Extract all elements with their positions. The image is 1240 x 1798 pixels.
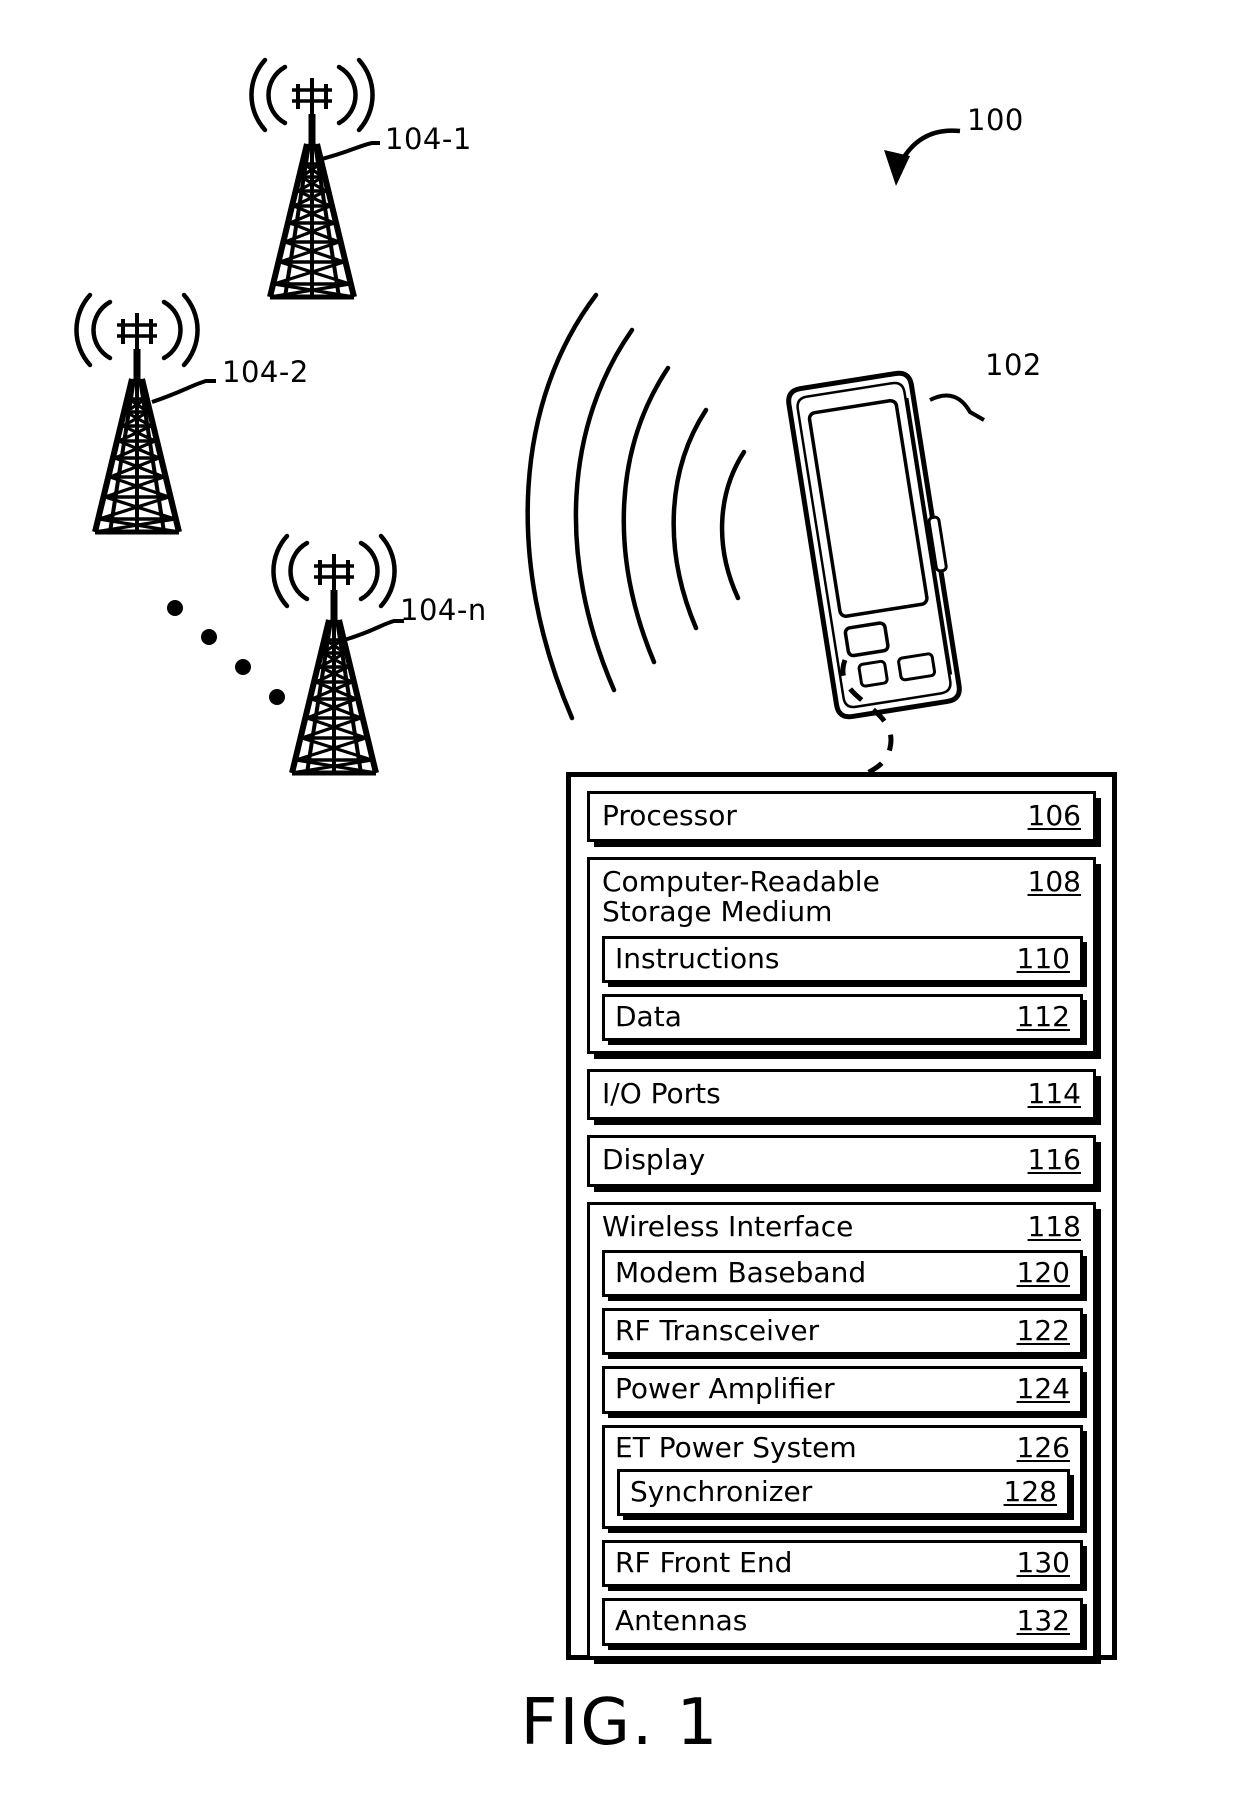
block-header: Processor 106 [590, 794, 1093, 839]
block-label: Processor [602, 799, 737, 832]
block-label: ET Power System [615, 1430, 857, 1464]
block-header: I/O Ports 114 [590, 1072, 1093, 1117]
block-modem-baseband: Modem Baseband 120 [602, 1249, 1083, 1298]
block-power-amplifier: Power Amplifier 124 [602, 1366, 1083, 1414]
block-io-ports: I/O Ports 114 [587, 1069, 1096, 1121]
block-header: RF Front End 130 [605, 1543, 1080, 1584]
block-children: Synchronizer 128 [605, 1468, 1080, 1526]
leader-line-100 [895, 128, 961, 169]
block-reference-number: 112 [1016, 999, 1070, 1033]
arrowhead-100 [884, 150, 910, 186]
radio-wave-arcs [525, 292, 747, 721]
block-header: RF Transceiver 122 [605, 1311, 1080, 1352]
block-children: Modem Baseband 120 RF Transceiver 122 Po… [590, 1249, 1093, 1656]
block-label: Modem Baseband [615, 1255, 867, 1289]
block-processor: Processor 106 [587, 791, 1096, 843]
block-reference-number: 116 [1027, 1143, 1081, 1177]
block-label: Wireless Interface [602, 1209, 854, 1243]
block-reference-number: 120 [1016, 1255, 1070, 1289]
block-header: Modem Baseband 120 [605, 1253, 1080, 1294]
block-et-power-system: ET Power System 126 Synchronizer 128 [602, 1424, 1083, 1530]
block-reference-number: 122 [1016, 1314, 1070, 1348]
device-block-diagram: Processor 106 Computer-Readable Storage … [566, 772, 1117, 1660]
block-label: Computer-Readable Storage Medium [602, 865, 880, 929]
leader-line-104-n [343, 619, 404, 642]
block-data: Data 112 [602, 993, 1083, 1042]
block-label: Data [615, 999, 682, 1033]
block-header: Synchronizer 128 [620, 1472, 1067, 1513]
block-label: Power Amplifier [615, 1372, 835, 1406]
block-header: Computer-Readable Storage Medium 108 [590, 860, 1093, 935]
cell-tower-icon-104-2 [76, 295, 197, 532]
reference-label-100: 100 [967, 103, 1024, 137]
ellipsis-dots [167, 600, 285, 705]
block-reference-number: 126 [1016, 1430, 1070, 1464]
reference-label-102: 102 [985, 348, 1042, 382]
block-wireless-interface: Wireless Interface 118 Modem Baseband 12… [587, 1201, 1096, 1659]
block-label: Instructions [615, 941, 780, 975]
block-header: Instructions 110 [605, 939, 1080, 980]
block-reference-number: 106 [1027, 799, 1081, 832]
block-header: Antennas 132 [605, 1601, 1080, 1642]
leader-line-104-1 [317, 141, 380, 162]
block-header: Data 112 [605, 997, 1080, 1038]
cell-tower-icon-104-1 [251, 60, 372, 297]
block-reference-number: 108 [1027, 865, 1081, 899]
block-antennas: Antennas 132 [602, 1598, 1083, 1646]
block-reference-number: 114 [1027, 1077, 1081, 1111]
block-children: Instructions 110 Data 112 [590, 935, 1093, 1051]
block-label: RF Front End [615, 1546, 793, 1580]
block-reference-number: 110 [1016, 941, 1070, 975]
reference-label-104-n: 104-n [400, 593, 487, 627]
block-synchronizer: Synchronizer 128 [617, 1468, 1070, 1517]
block-display: Display 116 [587, 1135, 1096, 1187]
block-header: ET Power System 126 [605, 1428, 1080, 1469]
block-reference-number: 130 [1016, 1546, 1070, 1580]
block-reference-number: 128 [1003, 1474, 1057, 1508]
block-label: Synchronizer [630, 1474, 813, 1508]
leader-line-104-2 [151, 379, 216, 404]
reference-label-104-1: 104-1 [385, 122, 472, 156]
block-label: I/O Ports [602, 1077, 721, 1111]
block-header: Display 116 [590, 1138, 1093, 1183]
block-header: Wireless Interface 118 [590, 1205, 1093, 1250]
figure-caption: FIG. 1 [520, 1686, 720, 1760]
reference-label-104-2: 104-2 [222, 355, 309, 389]
block-reference-number: 132 [1016, 1604, 1070, 1638]
block-header: Power Amplifier 124 [605, 1369, 1080, 1410]
block-reference-number: 124 [1016, 1372, 1070, 1406]
block-rf-transceiver: RF Transceiver 122 [602, 1308, 1083, 1356]
block-label: Display [602, 1143, 706, 1177]
mobile-phone-icon [786, 370, 962, 720]
leader-line-102 [929, 393, 985, 422]
block-label: RF Transceiver [615, 1314, 820, 1348]
patent-figure: 104-1 104-2 104-n 102 100 Processor 106 … [0, 0, 1240, 1798]
block-computer-readable-storage-medium: Computer-Readable Storage Medium 108 Ins… [587, 857, 1096, 1055]
block-reference-number: 118 [1027, 1209, 1081, 1243]
block-label: Antennas [615, 1604, 748, 1638]
cell-tower-icon-104-n [273, 536, 394, 773]
block-rf-front-end: RF Front End 130 [602, 1540, 1083, 1588]
block-instructions: Instructions 110 [602, 935, 1083, 983]
